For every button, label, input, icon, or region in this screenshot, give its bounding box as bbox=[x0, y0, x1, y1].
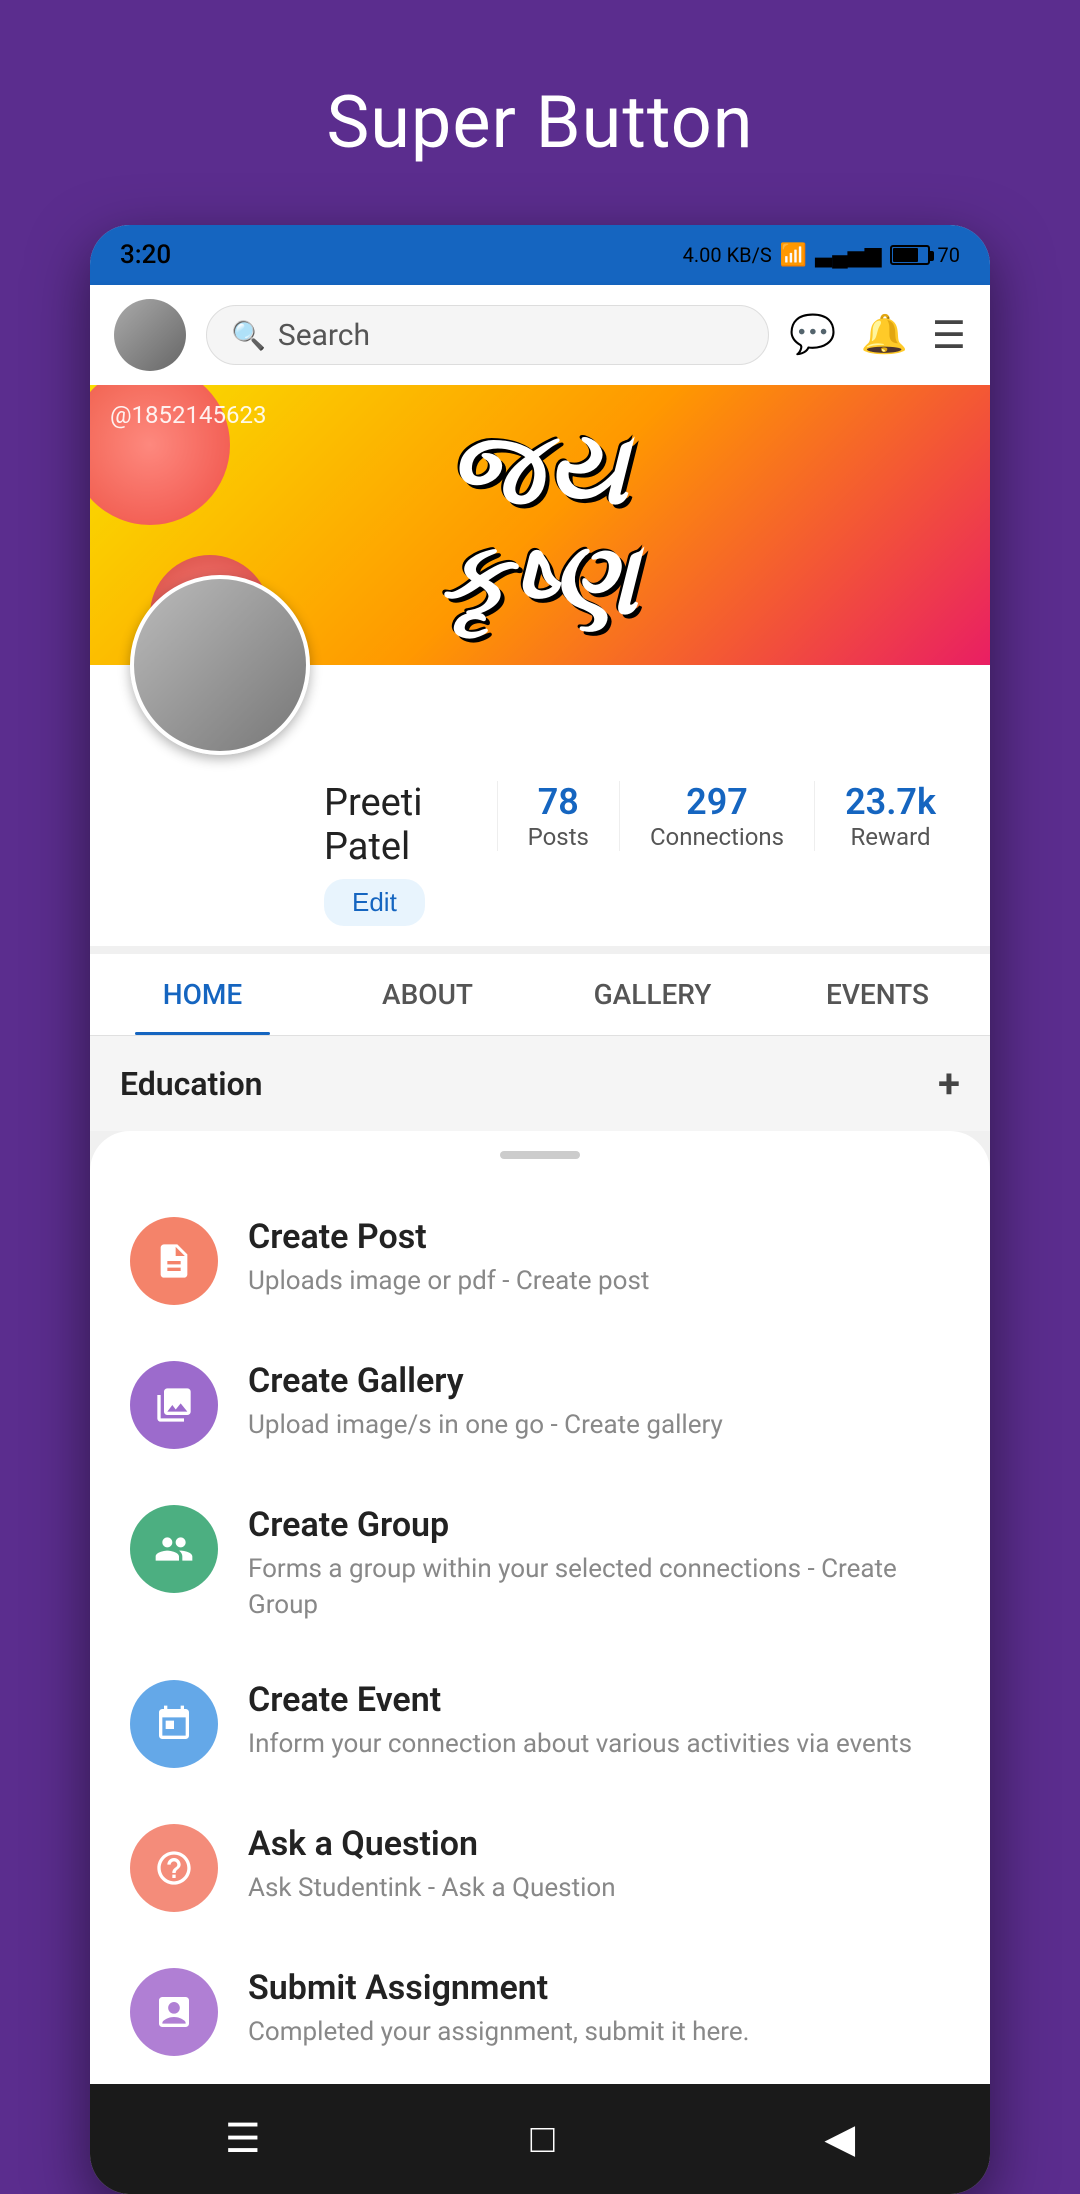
ask-question-icon bbox=[130, 1824, 218, 1912]
status-bar: 3:20 4.00 KB/S 📶 ▃▄▅▆ 70 bbox=[90, 225, 990, 285]
create-post-title: Create Post bbox=[248, 1217, 950, 1257]
status-icons: 4.00 KB/S 📶 ▃▄▅▆ 70 bbox=[683, 242, 960, 268]
profile-section: Preeti Patel Edit 78 Posts 297 Connectio… bbox=[90, 665, 990, 946]
connections-stat: 297 Connections bbox=[619, 781, 814, 851]
battery-icon bbox=[890, 245, 930, 265]
search-bar[interactable]: 🔍 Search bbox=[206, 305, 769, 365]
ask-question-desc: Ask Studentink - Ask a Question bbox=[248, 1870, 950, 1906]
create-event-text: Create Event Inform your connection abou… bbox=[248, 1680, 950, 1762]
menu-item-submit-assignment[interactable]: Submit Assignment Completed your assignm… bbox=[90, 1940, 990, 2084]
profile-name: Preeti Patel bbox=[324, 781, 477, 869]
submit-assignment-desc: Completed your assignment, submit it her… bbox=[248, 2014, 950, 2050]
create-post-text: Create Post Uploads image or pdf - Creat… bbox=[248, 1217, 950, 1299]
create-gallery-title: Create Gallery bbox=[248, 1361, 950, 1401]
search-icon: 🔍 bbox=[231, 319, 266, 352]
create-gallery-icon bbox=[130, 1361, 218, 1449]
status-time: 3:20 bbox=[120, 240, 171, 270]
reward-count: 23.7k bbox=[845, 781, 936, 823]
connections-label: Connections bbox=[650, 823, 784, 851]
create-group-text: Create Group Forms a group within your s… bbox=[248, 1505, 950, 1624]
create-event-desc: Inform your connection about various act… bbox=[248, 1726, 950, 1762]
reward-stat: 23.7k Reward bbox=[814, 781, 966, 851]
submit-assignment-text: Submit Assignment Completed your assignm… bbox=[248, 1968, 950, 2050]
banner-text: જય કૃષ્ણ bbox=[438, 415, 642, 635]
submit-assignment-icon bbox=[130, 1968, 218, 2056]
tab-home[interactable]: HOME bbox=[90, 954, 315, 1035]
tabs: HOME ABOUT GALLERY EVENTS bbox=[90, 954, 990, 1036]
create-group-desc: Forms a group within your selected conne… bbox=[248, 1551, 950, 1624]
sheet-handle bbox=[500, 1151, 580, 1159]
tab-about[interactable]: ABOUT bbox=[315, 954, 540, 1035]
education-label: Education bbox=[120, 1065, 263, 1103]
banner-username: @1852145623 bbox=[110, 401, 266, 429]
wifi-icon: 📶 bbox=[780, 243, 807, 268]
profile-avatar bbox=[130, 575, 310, 755]
create-event-title: Create Event bbox=[248, 1680, 950, 1720]
page-title: Super Button bbox=[0, 0, 1080, 225]
data-speed: 4.00 KB/S bbox=[683, 243, 772, 267]
tab-events[interactable]: EVENTS bbox=[765, 954, 990, 1035]
education-bar: Education + bbox=[90, 1036, 990, 1131]
menu-item-ask-question[interactable]: Ask a Question Ask Studentink - Ask a Qu… bbox=[90, 1796, 990, 1940]
profile-info: Preeti Patel Edit 78 Posts 297 Connectio… bbox=[114, 765, 966, 926]
tab-gallery[interactable]: GALLERY bbox=[540, 954, 765, 1035]
ask-question-title: Ask a Question bbox=[248, 1824, 950, 1864]
app-bar: 🔍 Search 💬 🔔 ☰ bbox=[90, 285, 990, 385]
connections-count: 297 bbox=[650, 781, 784, 823]
menu-item-create-group[interactable]: Create Group Forms a group within your s… bbox=[90, 1477, 990, 1652]
profile-name-col: Preeti Patel Edit bbox=[324, 781, 477, 926]
app-bar-icons: 💬 🔔 ☰ bbox=[789, 313, 966, 358]
avatar[interactable] bbox=[114, 299, 186, 371]
reward-label: Reward bbox=[845, 823, 936, 851]
menu-icon[interactable]: ☰ bbox=[932, 313, 966, 358]
bottom-nav: ☰ □ ◀ bbox=[90, 2084, 990, 2194]
posts-stat: 78 Posts bbox=[497, 781, 619, 851]
signal-icon: ▃▄▅▆ bbox=[815, 242, 881, 268]
posts-count: 78 bbox=[528, 781, 589, 823]
profile-stats: 78 Posts 297 Connections 23.7k Reward bbox=[497, 781, 966, 851]
edit-button[interactable]: Edit bbox=[324, 879, 425, 926]
create-gallery-text: Create Gallery Upload image/s in one go … bbox=[248, 1361, 950, 1443]
create-gallery-desc: Upload image/s in one go - Create galler… bbox=[248, 1407, 950, 1443]
create-post-desc: Uploads image or pdf - Create post bbox=[248, 1263, 950, 1299]
create-group-icon bbox=[130, 1505, 218, 1593]
battery-level: 70 bbox=[938, 243, 960, 267]
add-education-icon[interactable]: + bbox=[938, 1060, 960, 1107]
phone-frame: 3:20 4.00 KB/S 📶 ▃▄▅▆ 70 🔍 Search 💬 🔔 ☰ … bbox=[90, 225, 990, 2194]
menu-item-create-event[interactable]: Create Event Inform your connection abou… bbox=[90, 1652, 990, 1796]
notification-icon[interactable]: 🔔 bbox=[861, 313, 908, 357]
home-nav-icon[interactable]: □ bbox=[514, 2099, 570, 2178]
menu-item-create-post[interactable]: Create Post Uploads image or pdf - Creat… bbox=[90, 1189, 990, 1333]
create-post-icon bbox=[130, 1217, 218, 1305]
search-text: Search bbox=[278, 318, 370, 353]
create-event-icon bbox=[130, 1680, 218, 1768]
create-group-title: Create Group bbox=[248, 1505, 950, 1545]
ask-question-text: Ask a Question Ask Studentink - Ask a Qu… bbox=[248, 1824, 950, 1906]
message-icon[interactable]: 💬 bbox=[789, 313, 836, 357]
posts-label: Posts bbox=[528, 823, 589, 851]
bottom-sheet: Create Post Uploads image or pdf - Creat… bbox=[90, 1131, 990, 2084]
menu-item-create-gallery[interactable]: Create Gallery Upload image/s in one go … bbox=[90, 1333, 990, 1477]
submit-assignment-title: Submit Assignment bbox=[248, 1968, 950, 2008]
back-nav-icon[interactable]: ◀ bbox=[808, 2099, 871, 2178]
hamburger-nav-icon[interactable]: ☰ bbox=[209, 2099, 277, 2178]
